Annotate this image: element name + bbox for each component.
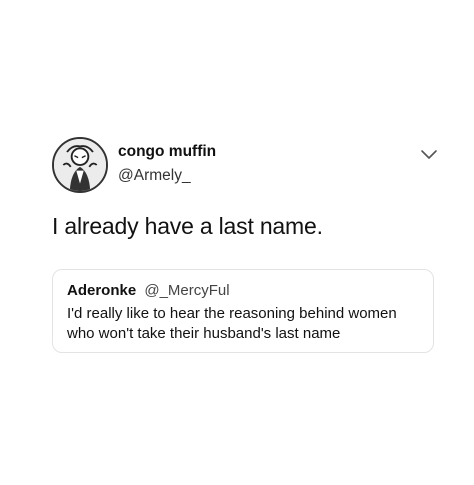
quoted-display-name: Aderonke	[67, 282, 137, 299]
author-display-name[interactable]: congo muffin	[118, 143, 216, 161]
quoted-tweet-card[interactable]: Aderonke @_MercyFul I'd really like to h…	[52, 269, 434, 353]
tweet-card: congo muffin @Armely_ I already have a l…	[0, 0, 474, 485]
quoted-handle: @_MercyFul	[144, 282, 230, 299]
quoted-tweet-text: I'd really like to hear the reasoning be…	[67, 305, 397, 342]
chevron-down-icon[interactable]	[420, 148, 438, 160]
quoted-author: Aderonke @_MercyFul	[67, 282, 230, 299]
tweet-text: I already have a last name.	[52, 213, 323, 239]
author-avatar[interactable]	[52, 137, 108, 193]
avatar-illustration-icon	[54, 139, 106, 191]
author-handle[interactable]: @Armely_	[118, 167, 191, 185]
